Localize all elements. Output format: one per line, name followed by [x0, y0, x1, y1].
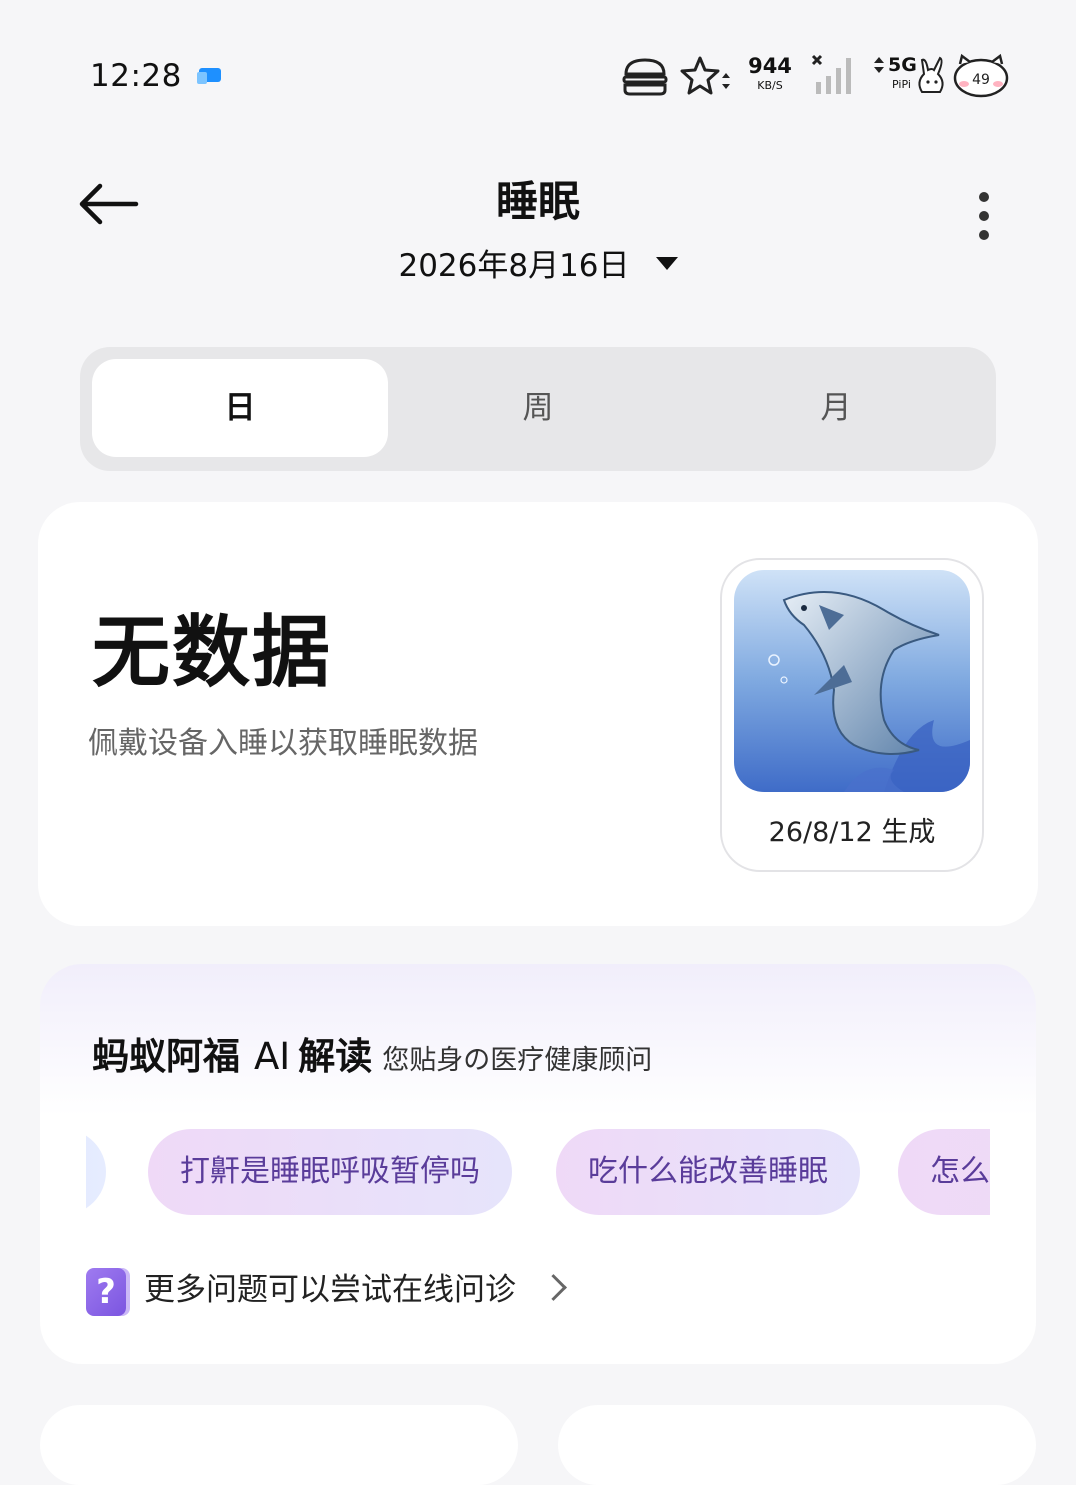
- bottom-card-right[interactable]: [558, 1405, 1036, 1485]
- ai-title-suffix: 解读: [298, 1035, 373, 1078]
- online-consult-link[interactable]: ? 更多问题可以尝试在线问诊: [86, 1264, 567, 1320]
- question-mark-icon: ?: [86, 1267, 126, 1316]
- sleep-animal-card[interactable]: 26/8/12 生成: [720, 558, 984, 872]
- wear-device-hint: 佩戴设备入睡以获取睡眠数据: [88, 726, 478, 761]
- thumbnail-caption: 26/8/12 生成: [768, 817, 936, 848]
- bottom-card-left[interactable]: [40, 1405, 518, 1485]
- svg-text:49: 49: [972, 72, 990, 88]
- signal-icon: [811, 54, 851, 94]
- sleep-summary-card: 无数据 佩戴设备入睡以获取睡眠数据 26/8/12 生成: [38, 502, 1038, 926]
- page-title: 睡眠: [495, 177, 580, 226]
- no-data-label: 无数据: [92, 608, 333, 698]
- question-chip[interactable]: 怎么: [898, 1129, 990, 1215]
- network-speed: 944 KB/S: [748, 54, 792, 92]
- network-type: 5G: [888, 54, 917, 76]
- dropdown-caret-icon: [655, 257, 678, 270]
- question-chip-prev[interactable]: [86, 1129, 106, 1215]
- shark-image: [734, 570, 970, 792]
- ai-card-header: 蚂蚁阿福 AI 解读 您贴身の医疗健康顾问: [92, 1026, 652, 1080]
- suggested-questions: 打鼾是睡眠呼吸暂停吗 吃什么能改善睡眠 怎么: [86, 1127, 990, 1217]
- carrier-tag: PiPi: [892, 78, 911, 91]
- star-icon: [680, 56, 730, 95]
- date-label: 2026年8月16日: [398, 248, 630, 284]
- piggy-battery-icon: 49: [953, 53, 1009, 98]
- tab-day[interactable]: 日: [92, 359, 388, 457]
- status-bar: 12:28 944 KB/S 5G PiPi 49: [0, 0, 1076, 150]
- period-tabs: 日 周 月: [80, 347, 996, 471]
- ai-brand-name: 蚂蚁阿福: [92, 1035, 240, 1078]
- tab-week[interactable]: 周: [390, 359, 686, 457]
- chevron-right-icon: [540, 1274, 567, 1301]
- message-notification-icon: [197, 68, 221, 84]
- online-consult-label: 更多问题可以尝试在线问诊: [144, 1272, 516, 1308]
- ai-subtitle: 您贴身の医疗健康顾问: [382, 1045, 653, 1076]
- ai-interpretation-card: 蚂蚁阿福 AI 解读 您贴身の医疗健康顾问 打鼾是睡眠呼吸暂停吗 吃什么能改善睡眠 怎…: [40, 964, 1036, 1364]
- tab-month[interactable]: 月: [688, 359, 984, 457]
- question-chip[interactable]: 吃什么能改善睡眠: [556, 1129, 860, 1215]
- burger-icon: [622, 58, 668, 96]
- status-time: 12:28: [90, 58, 182, 94]
- ai-label: AI: [254, 1035, 291, 1078]
- data-arrows-icon: [874, 57, 884, 73]
- question-chip[interactable]: 打鼾是睡眠呼吸暂停吗: [148, 1129, 512, 1215]
- date-picker[interactable]: 2026年8月16日: [0, 240, 1076, 285]
- bunny-sticker-icon: [918, 56, 944, 93]
- more-options-icon[interactable]: [972, 192, 996, 248]
